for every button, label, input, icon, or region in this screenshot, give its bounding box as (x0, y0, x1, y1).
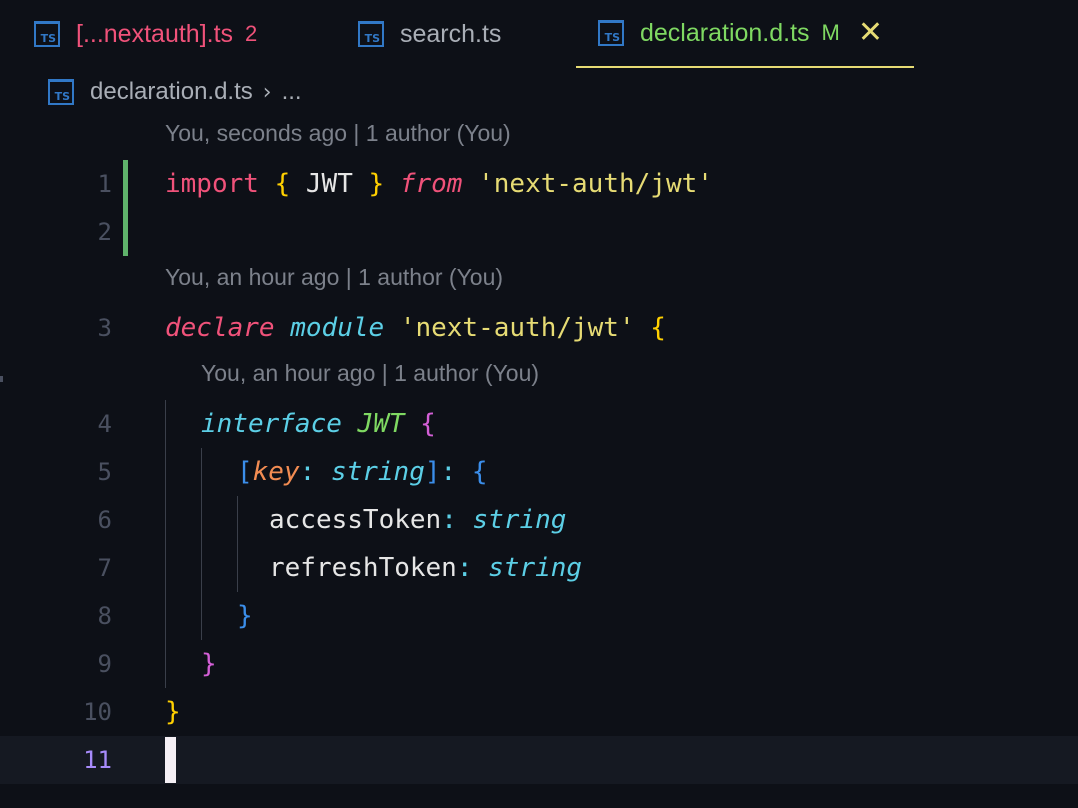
keyword: from (399, 169, 463, 199)
chevron-right-icon: › (262, 79, 272, 105)
line-number: 3 (97, 314, 112, 342)
brace: { (471, 457, 488, 487)
editor-window: TS [...nextauth].ts 2 TS search.ts TS de… (0, 0, 1078, 808)
property: refreshToken (269, 553, 457, 583)
bracket: [ (237, 457, 253, 487)
property: accessToken (269, 505, 442, 535)
close-icon[interactable]: ✕ (858, 18, 883, 48)
code-line[interactable]: 9 } (0, 640, 1078, 688)
code-text: import { JWT } from 'next-auth/jwt' (165, 169, 713, 199)
parameter: key (252, 457, 300, 487)
typescript-file-icon: TS (48, 79, 74, 105)
brace: { (420, 409, 436, 439)
brace: { (650, 313, 666, 343)
typescript-file-icon: TS (358, 21, 384, 47)
line-number: 6 (97, 506, 112, 534)
code-text: accessToken: string (269, 505, 566, 535)
typescript-file-icon: TS (34, 21, 60, 47)
brace: } (237, 601, 253, 631)
type-keyword: string (472, 505, 567, 535)
keyword: module (290, 313, 385, 343)
identifier: JWT (305, 169, 353, 199)
code-line[interactable]: 5 [key: string]: { (0, 448, 1078, 496)
modified-badge: M (821, 20, 840, 45)
code-line[interactable]: 10 } (0, 688, 1078, 736)
breadcrumb: TS declaration.d.ts › ... (48, 74, 302, 110)
tab-label: [...nextauth].ts (76, 19, 234, 48)
keyword: interface (201, 409, 342, 439)
code-line[interactable]: 1 import { JWT } from 'next-auth/jwt' (0, 160, 1078, 208)
tab-label: search.ts (400, 19, 502, 48)
code-text: interface JWT { (201, 409, 436, 439)
string: 'next-auth/jwt' (478, 169, 713, 199)
type-name: JWT (357, 409, 405, 439)
brace: } (201, 649, 217, 679)
code-line[interactable]: 2 (0, 208, 1078, 256)
code-text: } (201, 649, 217, 679)
brace: } (165, 697, 181, 727)
code-text: [key: string]: { (237, 457, 487, 487)
code-line[interactable]: 8 } (0, 592, 1078, 640)
punctuation: : (456, 553, 473, 583)
breadcrumb-file[interactable]: declaration.d.ts (90, 78, 253, 106)
brace: } (368, 169, 385, 199)
codelens-blame[interactable]: You, an hour ago | 1 author (You) (165, 264, 503, 291)
tab-nextauth[interactable]: TS [...nextauth].ts 2 (34, 0, 257, 68)
code-line[interactable]: 7 refreshToken: string (0, 544, 1078, 592)
keyword: import (165, 169, 259, 199)
type-keyword: string (488, 553, 583, 583)
line-number: 2 (97, 218, 112, 246)
string: 'next-auth/jwt' (399, 313, 635, 343)
problem-count-badge: 2 (245, 21, 258, 46)
line-number: 5 (97, 458, 112, 486)
line-number: 7 (97, 554, 112, 582)
tab-label: declaration.d.ts (640, 18, 810, 47)
line-number: 11 (83, 746, 112, 774)
code-line[interactable]: 6 accessToken: string (0, 496, 1078, 544)
code-line[interactable]: 4 interface JWT { (0, 400, 1078, 448)
code-line[interactable]: 3 declare module 'next-auth/jwt' { (0, 304, 1078, 352)
keyword: declare (165, 313, 275, 343)
code-text: } (165, 697, 181, 727)
codelens-blame[interactable]: You, seconds ago | 1 author (You) (165, 120, 511, 147)
text-cursor (165, 737, 176, 783)
type-keyword: string (330, 457, 425, 487)
bracket: ] (424, 457, 441, 487)
breadcrumb-more[interactable]: ... (282, 78, 302, 106)
code-text: refreshToken: string (269, 553, 582, 583)
scroll-marker (0, 376, 3, 382)
line-number: 10 (83, 698, 112, 726)
punctuation: : (441, 505, 457, 535)
code-line-current[interactable]: 11 (0, 736, 1078, 784)
tab-bar: TS [...nextauth].ts 2 TS search.ts TS de… (0, 0, 1078, 68)
code-text: } (237, 601, 253, 631)
tab-search[interactable]: TS search.ts (358, 0, 501, 68)
code-text: declare module 'next-auth/jwt' { (165, 313, 666, 343)
line-number: 8 (97, 602, 112, 630)
code-editor[interactable]: You, seconds ago | 1 author (You) 1 impo… (0, 112, 1078, 808)
tab-declaration[interactable]: TS declaration.d.ts M ✕ (576, 0, 914, 68)
git-modified-indicator[interactable] (123, 160, 128, 256)
punctuation: : (440, 457, 457, 487)
punctuation: : (299, 457, 316, 487)
line-number: 4 (97, 410, 112, 438)
line-number: 1 (97, 170, 112, 198)
brace: { (274, 169, 291, 199)
typescript-file-icon: TS (598, 20, 624, 46)
line-number: 9 (97, 650, 112, 678)
codelens-blame[interactable]: You, an hour ago | 1 author (You) (201, 360, 539, 387)
